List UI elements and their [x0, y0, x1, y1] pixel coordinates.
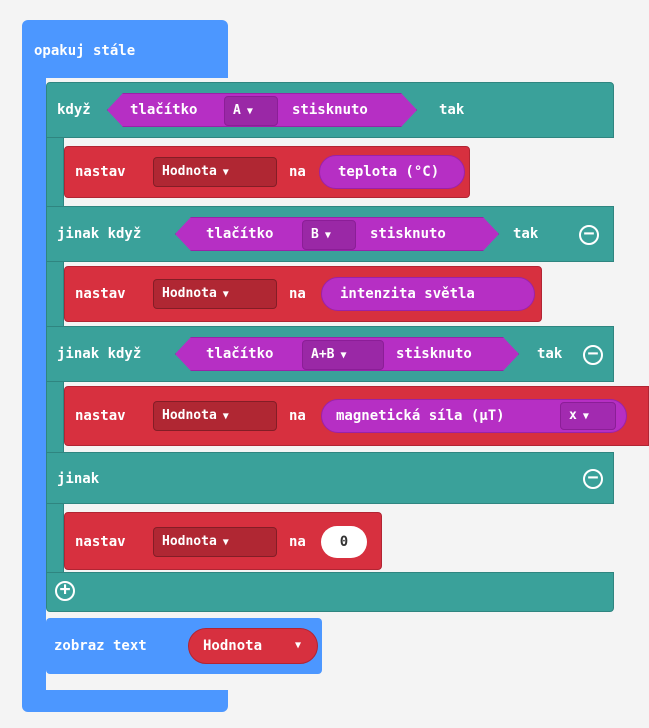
set-label: nastav: [75, 164, 126, 180]
to-label: na: [289, 534, 306, 550]
forever-label: opakuj stále: [34, 43, 136, 59]
set-label: nastav: [75, 408, 126, 424]
else-if-header-1[interactable]: jinak když tlačítko B ▼ stisknuto tak −: [46, 206, 614, 262]
if-header[interactable]: když tlačítko A ▼ stisknuto tak: [46, 82, 614, 138]
button-label: tlačítko: [206, 346, 274, 362]
else-label: jinak: [57, 471, 100, 487]
variable-value: Hodnota: [162, 286, 217, 301]
caret-down-icon: ▼: [295, 640, 302, 651]
button-state: stisknuto: [396, 346, 472, 362]
variable-value: Hodnota: [162, 164, 217, 179]
variable-value: Hodnota: [203, 638, 263, 654]
button-ab-value: A+B: [311, 347, 335, 362]
condition-button-b[interactable]: tlačítko B ▼ stisknuto: [175, 217, 499, 251]
if-label: když: [57, 102, 91, 118]
variable-dropdown[interactable]: Hodnota ▼: [153, 279, 277, 309]
minus-circle-icon[interactable]: −: [583, 469, 603, 489]
condition-button-a[interactable]: tlačítko A ▼ stisknuto: [107, 93, 417, 127]
else-if-header-2[interactable]: jinak když tlačítko A+B ▼ stisknuto tak −: [46, 326, 614, 382]
set-block-2[interactable]: nastav Hodnota ▼ na intenzita světla: [64, 266, 542, 322]
caret-down-icon: ▼: [222, 167, 229, 178]
button-state: stisknuto: [370, 226, 446, 242]
button-a-dropdown[interactable]: A ▼: [224, 96, 278, 126]
button-state: stisknuto: [292, 102, 368, 118]
caret-down-icon: ▼: [246, 106, 253, 117]
set-label: nastav: [75, 286, 126, 302]
condition-button-ab[interactable]: tlačítko A+B ▼ stisknuto: [175, 337, 519, 371]
set-block-1[interactable]: nastav Hodnota ▼ na teplota (°C): [64, 146, 470, 198]
button-a-value: A: [233, 103, 241, 118]
if-footer: +: [46, 572, 614, 612]
sensor-label: intenzita světla: [340, 286, 475, 302]
axis-dropdown[interactable]: x ▼: [560, 402, 616, 430]
then-label: tak: [439, 102, 465, 118]
light-sensor[interactable]: intenzita světla: [321, 277, 535, 311]
minus-circle-icon[interactable]: −: [579, 225, 599, 245]
caret-down-icon: ▼: [582, 411, 589, 422]
then-label: tak: [537, 346, 563, 362]
then-label: tak: [513, 226, 539, 242]
sensor-label: teplota (°C): [338, 164, 440, 180]
to-label: na: [289, 286, 306, 302]
caret-down-icon: ▼: [222, 411, 229, 422]
temperature-sensor[interactable]: teplota (°C): [319, 155, 465, 189]
set-block-3[interactable]: nastav Hodnota ▼ na magnetická síla (µT) …: [64, 386, 649, 446]
axis-value: x: [569, 408, 577, 423]
variable-dropdown[interactable]: Hodnota ▼: [153, 401, 277, 431]
variable-reporter[interactable]: Hodnota ▼: [188, 628, 318, 664]
magnetic-force-sensor[interactable]: magnetická síla (µT) x ▼: [321, 399, 627, 433]
caret-down-icon: ▼: [222, 289, 229, 300]
button-label: tlačítko: [206, 226, 274, 242]
plus-circle-icon[interactable]: +: [55, 581, 75, 601]
to-label: na: [289, 408, 306, 424]
show-text-label: zobraz text: [54, 638, 147, 654]
else-header[interactable]: jinak −: [46, 452, 614, 504]
if-spine-3: [46, 382, 64, 452]
else-if-label: jinak když: [57, 226, 142, 242]
forever-spine: [22, 78, 46, 690]
button-b-dropdown[interactable]: B ▼: [302, 220, 356, 250]
if-spine-1: [46, 138, 64, 206]
if-spine-4: [46, 504, 64, 574]
variable-value: Hodnota: [162, 408, 217, 423]
sensor-label: magnetická síla (µT): [336, 408, 505, 424]
variable-dropdown[interactable]: Hodnota ▼: [153, 527, 277, 557]
button-label: tlačítko: [130, 102, 198, 118]
if-spine-2: [46, 262, 64, 326]
variable-value: Hodnota: [162, 534, 217, 549]
forever-block[interactable]: opakuj stále: [22, 20, 228, 78]
show-text-block[interactable]: zobraz text Hodnota ▼: [46, 618, 322, 674]
number-input[interactable]: 0: [321, 526, 367, 558]
to-label: na: [289, 164, 306, 180]
caret-down-icon: ▼: [324, 230, 331, 241]
set-block-4[interactable]: nastav Hodnota ▼ na 0: [64, 512, 382, 570]
variable-dropdown[interactable]: Hodnota ▼: [153, 157, 277, 187]
caret-down-icon: ▼: [340, 350, 347, 361]
button-b-value: B: [311, 227, 319, 242]
caret-down-icon: ▼: [222, 537, 229, 548]
number-value: 0: [339, 534, 349, 550]
minus-circle-icon[interactable]: −: [583, 345, 603, 365]
button-ab-dropdown[interactable]: A+B ▼: [302, 340, 384, 370]
else-if-label: jinak když: [57, 346, 142, 362]
forever-footer: [22, 690, 228, 712]
set-label: nastav: [75, 534, 126, 550]
